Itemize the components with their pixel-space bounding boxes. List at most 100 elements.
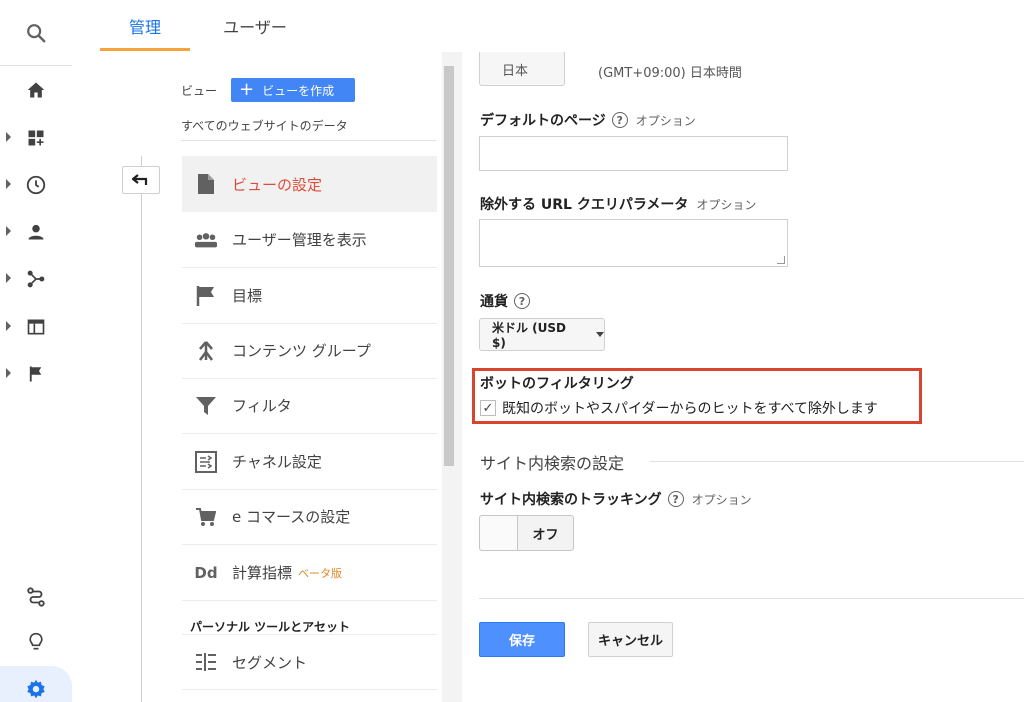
- plus-icon: +: [239, 79, 255, 100]
- help-icon[interactable]: ?: [611, 112, 628, 128]
- expand-caret-icon: [6, 179, 11, 189]
- divider: [650, 461, 1024, 462]
- view-selector[interactable]: すべてのウェブサイトのデータ: [181, 117, 348, 134]
- document-icon: [194, 172, 218, 196]
- audience-nav[interactable]: [0, 212, 72, 252]
- save-button[interactable]: 保存: [479, 622, 565, 657]
- expand-caret-icon: [6, 226, 11, 236]
- home-nav[interactable]: [0, 70, 72, 110]
- beta-badge: ベータ版: [298, 566, 343, 580]
- personal-tools-heading: パーソナル ツールとアセット: [190, 620, 350, 634]
- window-icon: [27, 319, 45, 335]
- conversions-nav[interactable]: [0, 354, 72, 394]
- menu-item-goals[interactable]: 目標: [182, 268, 437, 324]
- expand-caret-icon: [6, 273, 11, 283]
- acquisition-icon: [27, 270, 45, 288]
- back-arrow-icon: [132, 174, 148, 185]
- site-search-tracking-label: サイト内検索のトラッキング ? オプション: [480, 489, 752, 509]
- route-icon: [27, 587, 45, 607]
- view-label: ビュー: [181, 84, 218, 98]
- content-group-icon: [194, 339, 218, 363]
- menu-item-view-settings[interactable]: ビューの設定: [182, 156, 437, 212]
- bot-filtering-label: ボットのフィルタリング: [480, 376, 634, 392]
- optional-label: オプション: [635, 113, 696, 128]
- menu-item-label: フィルタ: [232, 397, 292, 415]
- create-view-button[interactable]: + ビューを作成: [231, 78, 355, 102]
- tab-admin[interactable]: 管理: [100, 0, 190, 52]
- timezone-country-select[interactable]: 日本: [479, 52, 565, 86]
- menu-item-label: セグメント: [232, 653, 308, 672]
- search-button[interactable]: [0, 0, 72, 66]
- expand-caret-icon: [6, 368, 11, 378]
- people-icon: [194, 228, 218, 252]
- toggle-state: オフ: [532, 527, 559, 543]
- dropdown-arrow-icon: [596, 332, 604, 337]
- segment-icon: [194, 650, 218, 674]
- menu-item-user-management[interactable]: ユーザー管理を表示: [182, 212, 437, 268]
- menu-item-segment[interactable]: セグメント: [182, 634, 437, 690]
- create-view-label: ビューを作成: [262, 83, 335, 98]
- menu-item-label: コンテンツ グループ: [232, 342, 371, 360]
- back-button[interactable]: [122, 166, 160, 194]
- gear-icon: [27, 679, 45, 699]
- cart-icon: [194, 505, 218, 529]
- menu-item-channel-settings[interactable]: チャネル設定: [182, 434, 437, 490]
- tab-user[interactable]: ユーザー: [210, 0, 300, 52]
- customization-nav[interactable]: [0, 118, 72, 158]
- menu-item-label: 計算指標: [232, 564, 293, 582]
- expand-caret-icon: [6, 132, 11, 142]
- exclude-params-label: 除外する URL クエリパラメータ オプション: [480, 194, 756, 214]
- timezone-value: (GMT+09:00) 日本時間: [598, 66, 742, 81]
- currency-label-text: 通貨: [480, 294, 508, 310]
- person-icon: [28, 224, 44, 240]
- menu-item-content-group[interactable]: コンテンツ グループ: [182, 323, 437, 379]
- timezone-country-value: 日本: [502, 64, 529, 79]
- optional-label: オプション: [696, 197, 757, 212]
- hierarchy-line: [141, 156, 142, 702]
- dashboard-add-icon: [28, 130, 44, 146]
- clock-icon: [26, 175, 46, 195]
- exclude-params-label-text: 除外する URL クエリパラメータ: [480, 197, 689, 213]
- admin-nav[interactable]: [0, 670, 72, 702]
- lightbulb-icon: [29, 632, 43, 650]
- menu-item-label: ビューの設定: [232, 175, 323, 194]
- bot-filtering-checkbox-label[interactable]: 既知のボットやスパイダーからのヒットをすべて除外します: [502, 398, 878, 418]
- acquisition-nav[interactable]: [0, 259, 72, 299]
- cancel-button[interactable]: キャンセル: [588, 622, 673, 657]
- attribution-nav[interactable]: [0, 577, 72, 617]
- currency-value: 米ドル (USD $): [492, 321, 567, 350]
- site-search-toggle[interactable]: オフ: [479, 515, 574, 551]
- expand-caret-icon: [6, 321, 11, 331]
- help-icon[interactable]: ?: [514, 293, 530, 309]
- exclude-params-textarea[interactable]: [479, 219, 788, 267]
- scrollbar[interactable]: [444, 66, 454, 466]
- menu-item-label: e コマースの設定: [232, 508, 351, 526]
- filter-icon: [194, 394, 218, 418]
- currency-label: 通貨 ?: [480, 291, 530, 311]
- currency-select[interactable]: 米ドル (USD $): [479, 318, 605, 351]
- realtime-nav[interactable]: [0, 165, 72, 205]
- toggle-knob: [480, 516, 518, 550]
- menu-item-filter[interactable]: フィルタ: [182, 378, 437, 434]
- flag-icon: [29, 366, 42, 382]
- menu-item-ecommerce[interactable]: e コマースの設定: [182, 489, 437, 545]
- optional-label: オプション: [691, 492, 752, 507]
- default-page-input[interactable]: [479, 136, 788, 171]
- default-page-label-text: デフォルトのページ: [480, 113, 606, 129]
- resize-handle-icon[interactable]: [777, 256, 785, 264]
- discover-nav[interactable]: [0, 622, 72, 662]
- dd-icon: Dd: [194, 563, 218, 582]
- menu-item-calculated-metrics[interactable]: Dd 計算指標 ベータ版: [182, 545, 437, 601]
- bot-filtering-checkbox[interactable]: ✓: [480, 400, 496, 416]
- menu-item-label: ユーザー管理を表示: [232, 231, 367, 249]
- help-icon[interactable]: ?: [667, 491, 684, 507]
- site-search-heading: サイト内検索の設定: [480, 454, 625, 473]
- bot-filtering-option: ✓ 既知のボットやスパイダーからのヒットをすべて除外します: [480, 398, 878, 418]
- flag-icon: [194, 284, 218, 308]
- default-page-label: デフォルトのページ ? オプション: [480, 110, 696, 130]
- behavior-nav[interactable]: [0, 307, 72, 347]
- channel-icon: [194, 450, 218, 474]
- search-icon: [27, 23, 46, 42]
- menu-item-label: 目標: [232, 287, 263, 305]
- left-nav-rail: [0, 0, 72, 702]
